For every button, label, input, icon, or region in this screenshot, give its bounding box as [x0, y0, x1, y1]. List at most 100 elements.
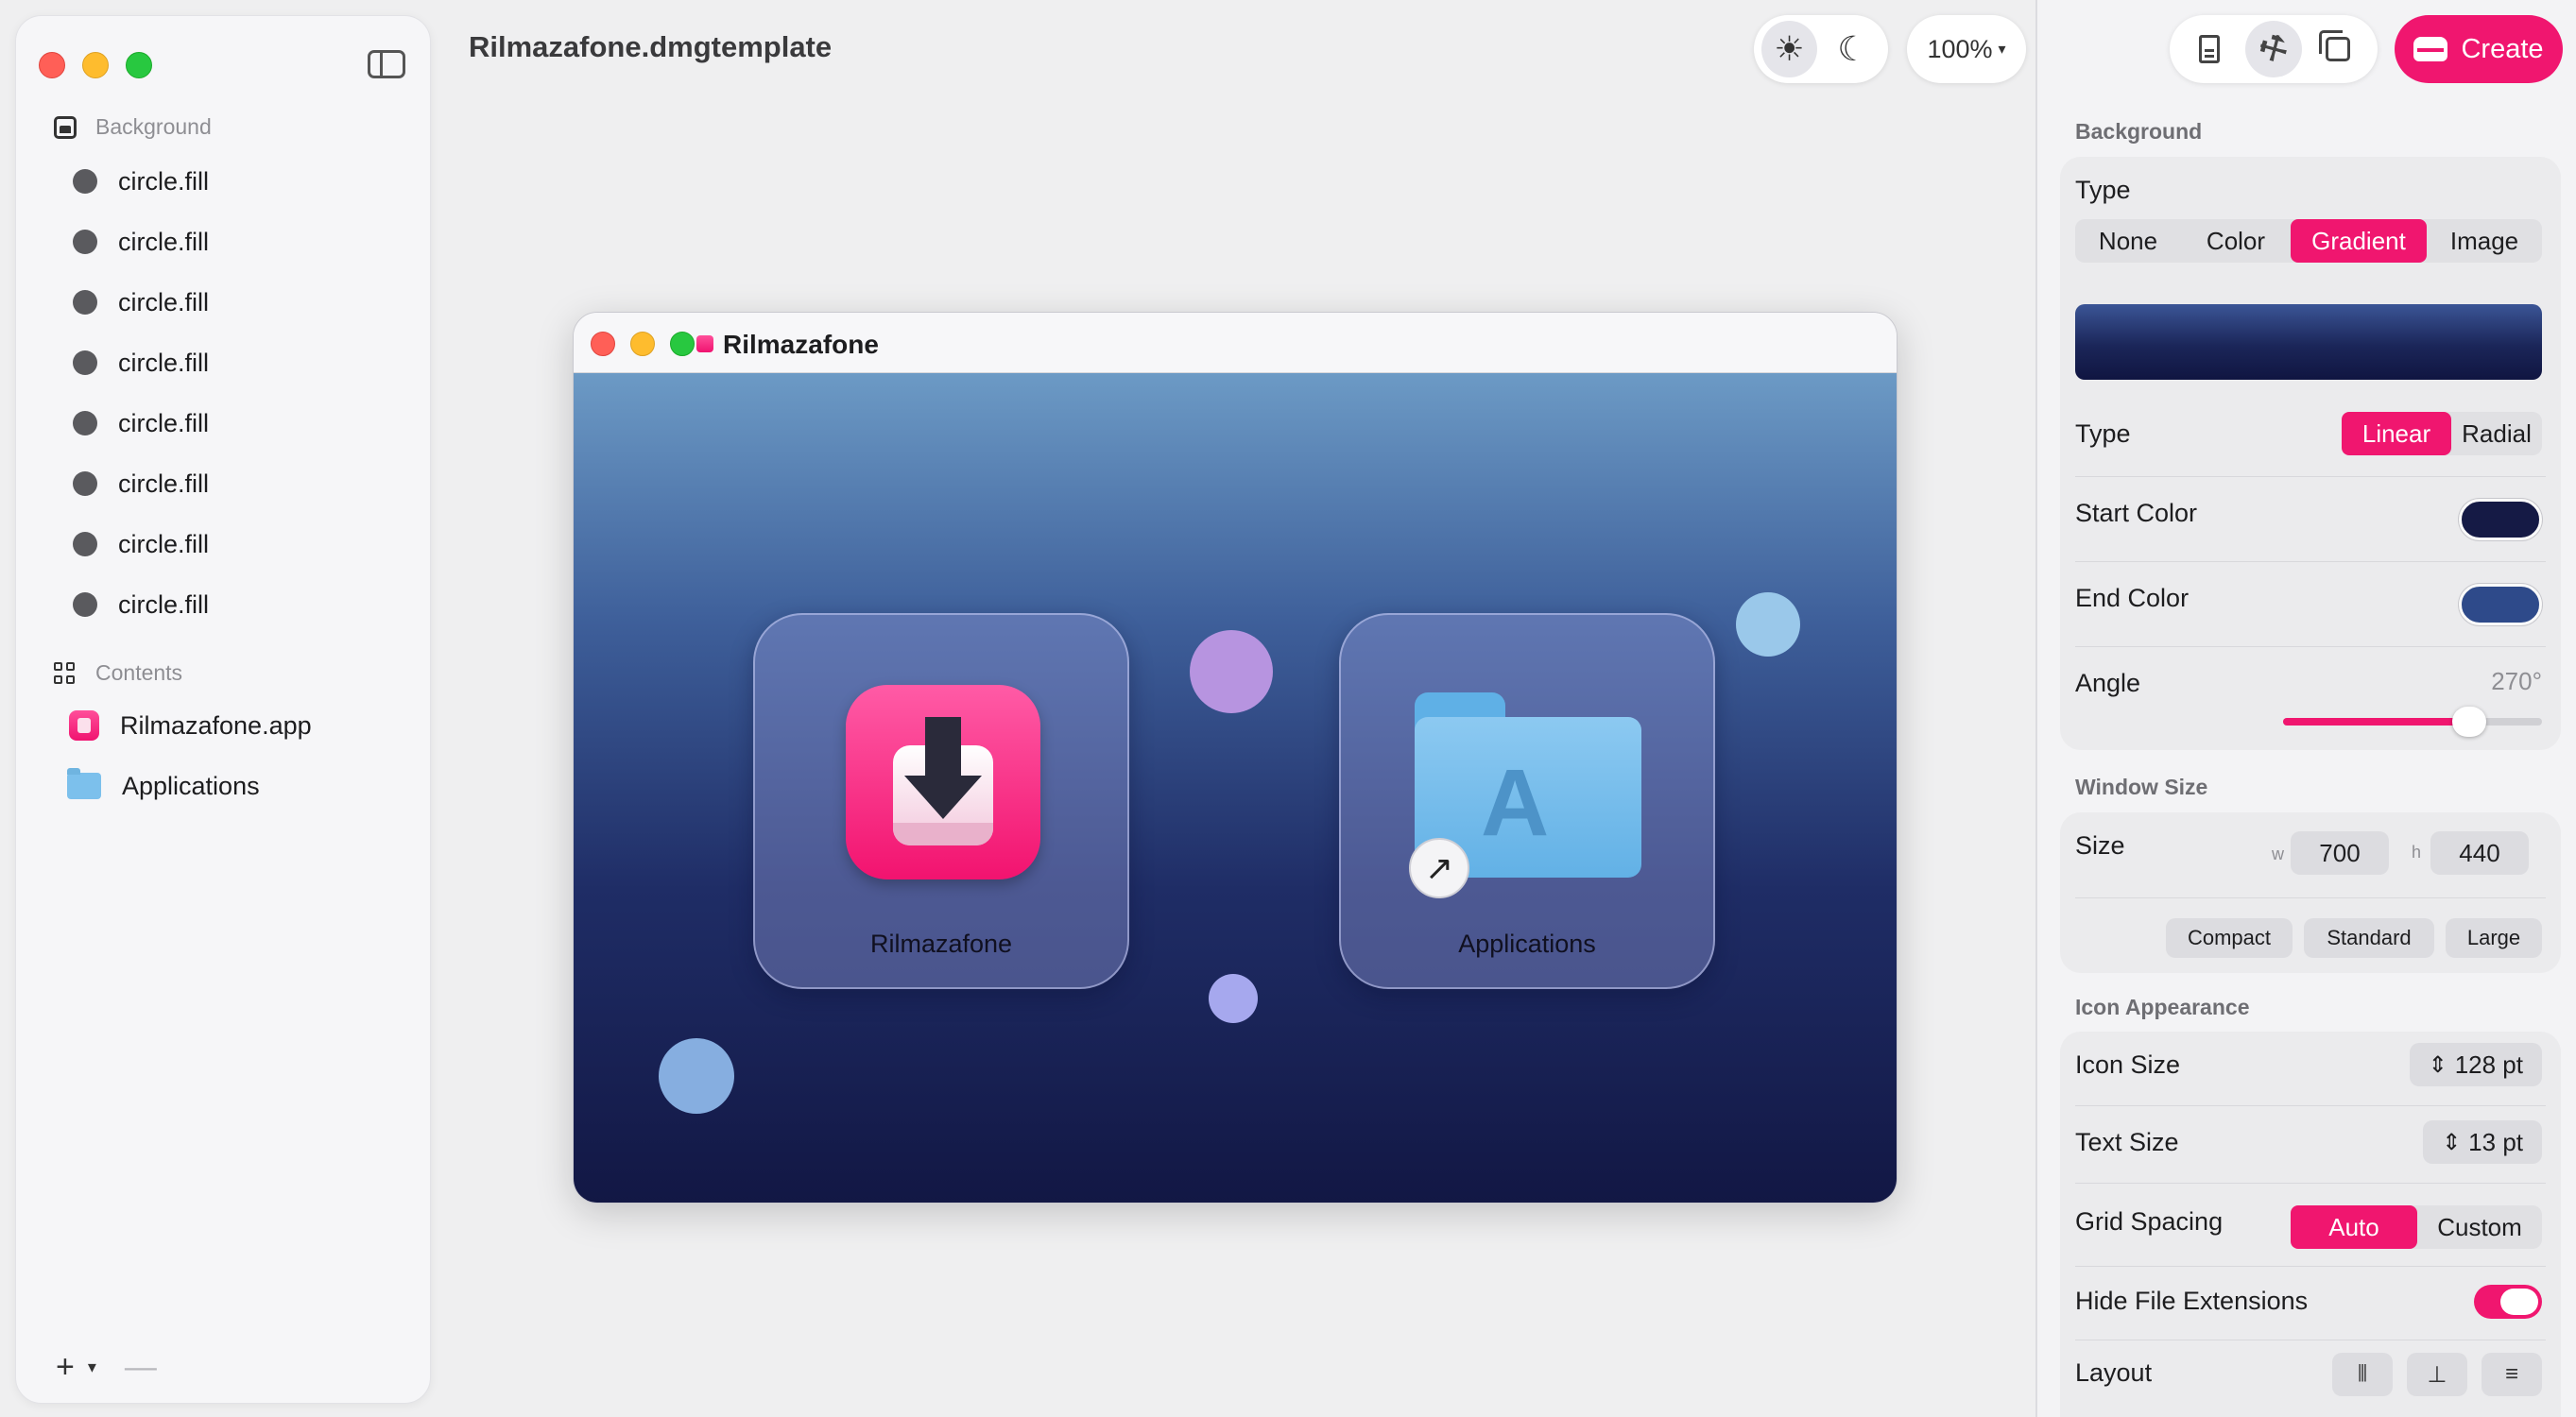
height-input[interactable]: 440 [2430, 831, 2529, 875]
distribute-horizontal-icon[interactable]: ⫴ [2332, 1353, 2393, 1396]
start-color-well[interactable] [2459, 499, 2542, 540]
preview-zoom-dot [670, 332, 695, 356]
circle-fill-icon [73, 592, 97, 617]
download-arrow-head [904, 776, 982, 819]
preview-item-app[interactable]: Rilmazafone [753, 613, 1129, 989]
sidebar-item-circle-8[interactable]: circle.fill [54, 581, 209, 628]
document-title: Rilmazafone.dmgtemplate [469, 30, 833, 63]
end-color-label: End Color [2075, 584, 2190, 612]
sidebar-item-circle-1[interactable]: circle.fill [54, 158, 209, 205]
icon-size-stepper[interactable]: ⇕ 128 pt [2409, 1043, 2542, 1086]
gradient-option-radial[interactable]: Radial [2451, 412, 2542, 455]
angle-slider[interactable] [2283, 707, 2542, 737]
sidebar-item-circle-7[interactable]: circle.fill [54, 521, 209, 568]
background-circle[interactable] [1736, 592, 1800, 657]
circle-fill-icon [73, 290, 97, 315]
create-button-label: Create [2461, 33, 2544, 64]
sidebar-toggle-icon[interactable] [368, 50, 405, 78]
divider [2075, 1183, 2546, 1184]
moon-icon[interactable]: ☾ [1825, 21, 1880, 77]
minimize-button[interactable] [82, 52, 109, 78]
preview-titlebar: Rilmazafone [574, 313, 1897, 373]
document-icon[interactable] [2181, 21, 2238, 77]
sidebar-item-circle-2[interactable]: circle.fill [54, 218, 209, 265]
background-circle[interactable] [1209, 974, 1258, 1023]
grid-spacing-segmented: Auto Custom [2291, 1205, 2542, 1249]
gradient-preview [2075, 304, 2542, 380]
gradient-type-label: Type [2075, 419, 2131, 448]
preset-large-button[interactable]: Large [2446, 918, 2542, 958]
divider [2075, 1105, 2546, 1106]
duplicate-icon[interactable] [2310, 21, 2366, 77]
type-option-image[interactable]: Image [2427, 219, 2542, 263]
hide-extensions-label: Hide File Extensions [2075, 1287, 2309, 1315]
sidebar-item-label: circle.fill [118, 589, 210, 619]
folder-icon [67, 768, 101, 799]
circle-fill-icon [73, 532, 97, 556]
type-option-color[interactable]: Color [2181, 219, 2291, 263]
sidebar-item-applications[interactable]: Applications [54, 762, 260, 810]
preview-item-applications[interactable]: A ↗ Applications [1339, 613, 1715, 989]
remove-button[interactable]: — [125, 1349, 157, 1386]
background-card: Type None Color Gradient Image Type Line… [2060, 157, 2561, 750]
app-root: Background circle.fill circle.fill circl… [0, 0, 2576, 1417]
grid-spacing-auto[interactable]: Auto [2291, 1205, 2417, 1249]
type-option-gradient[interactable]: Gradient [2291, 219, 2427, 263]
distribute-vertical-icon[interactable]: ≡ [2482, 1353, 2542, 1396]
section-header-label: Background [95, 114, 212, 139]
divider [2075, 646, 2546, 647]
divider [2075, 476, 2546, 477]
add-button[interactable]: + [56, 1349, 75, 1386]
section-header-background: Background [54, 114, 212, 140]
stepper-arrows-icon: ⇕ [2442, 1129, 2462, 1155]
create-button[interactable]: Create [2395, 15, 2563, 83]
window-size-card: Size w 700 h 440 Compact Standard Large [2060, 812, 2561, 973]
close-button[interactable] [39, 52, 65, 78]
sidebar-item-label: circle.fill [118, 227, 210, 256]
angle-slider-fill [2283, 718, 2469, 726]
preset-standard-button[interactable]: Standard [2304, 918, 2434, 958]
angle-slider-knob[interactable] [2452, 707, 2486, 737]
background-circle[interactable] [659, 1038, 734, 1114]
type-option-none[interactable]: None [2075, 219, 2181, 263]
sidebar-item-circle-3[interactable]: circle.fill [54, 279, 209, 326]
preview-close-dot [591, 332, 615, 356]
divider [2075, 897, 2546, 898]
preset-compact-button[interactable]: Compact [2166, 918, 2293, 958]
hammer-icon[interactable]: ⚒ [2245, 21, 2302, 77]
start-color-label: Start Color [2075, 499, 2198, 527]
inspector-tabs: ⚒ [2170, 15, 2378, 83]
sidebar-item-app[interactable]: Rilmazafone.app [54, 702, 312, 749]
sidebar-item-label: circle.fill [118, 348, 210, 377]
align-center-icon[interactable]: ⊥ [2407, 1353, 2467, 1396]
zoom-menu[interactable]: 100% ▾ [1907, 15, 2026, 83]
sidebar: Background circle.fill circle.fill circl… [15, 15, 431, 1404]
chevron-down-icon[interactable]: ▾ [88, 1357, 96, 1377]
sidebar-item-circle-6[interactable]: circle.fill [54, 460, 209, 507]
app-store-glyph-icon: A [1481, 750, 1550, 856]
end-color-well[interactable] [2459, 584, 2542, 625]
sidebar-item-label: circle.fill [118, 287, 210, 316]
hide-extensions-toggle[interactable] [2474, 1285, 2542, 1319]
sidebar-footer: + ▾ — [56, 1349, 157, 1386]
icon-size-value: 128 pt [2454, 1050, 2523, 1079]
preview-window-title: Rilmazafone [723, 330, 879, 359]
zoom-button[interactable] [126, 52, 152, 78]
angle-label: Angle [2075, 669, 2141, 697]
alias-arrow-icon: ↗ [1409, 838, 1469, 898]
icon-appearance-card: Icon Size ⇕ 128 pt Text Size ⇕ 13 pt Gri… [2060, 1032, 2561, 1417]
circle-fill-icon [73, 350, 97, 375]
background-circle[interactable] [1190, 630, 1273, 713]
sidebar-item-label: circle.fill [118, 408, 210, 437]
text-size-stepper[interactable]: ⇕ 13 pt [2423, 1120, 2542, 1164]
sidebar-item-circle-5[interactable]: circle.fill [54, 400, 209, 447]
sidebar-item-circle-4[interactable]: circle.fill [54, 339, 209, 386]
layout-label: Layout [2075, 1358, 2153, 1387]
preview-background[interactable]: Rilmazafone A ↗ Applications [574, 373, 1897, 1203]
width-input[interactable]: 700 [2291, 831, 2389, 875]
sun-icon[interactable]: ☀ [1761, 21, 1817, 77]
appearance-toggle: ☀ ☾ [1754, 15, 1888, 83]
grid-spacing-custom[interactable]: Custom [2417, 1205, 2542, 1249]
gradient-option-linear[interactable]: Linear [2342, 412, 2451, 455]
sidebar-item-label: Rilmazafone.app [120, 710, 312, 740]
